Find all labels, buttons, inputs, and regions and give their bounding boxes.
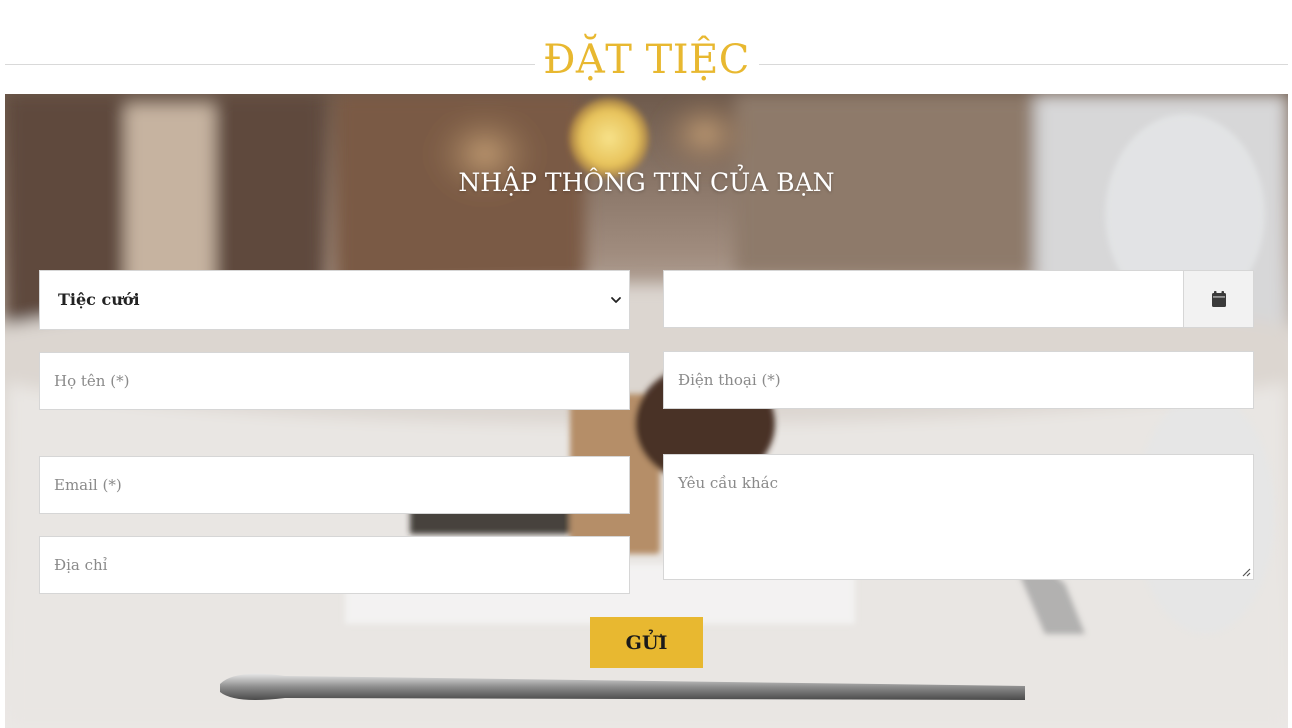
special-requests-placeholder: Yêu cầu khác xyxy=(678,474,779,492)
form-heading: NHẬP THÔNG TIN CỦA BẠN xyxy=(458,168,835,197)
party-type-select[interactable]: Tiệc cưới xyxy=(39,270,630,330)
event-date-input[interactable] xyxy=(663,270,1254,328)
section-header: ĐẶT TIỆC xyxy=(5,30,1288,94)
address-placeholder: Địa chỉ xyxy=(54,556,108,574)
email-placeholder: Email (*) xyxy=(54,476,122,494)
chevron-down-icon xyxy=(611,297,621,303)
party-type-selected-value: Tiệc cưới xyxy=(58,290,140,309)
booking-form-panel: NHẬP THÔNG TIN CỦA BẠN Tiệc cưới Họ tên … xyxy=(5,94,1288,728)
calendar-icon xyxy=(1212,291,1226,307)
page-title: ĐẶT TIỆC xyxy=(543,37,750,83)
phone-placeholder: Điện thoại (*) xyxy=(678,371,781,389)
email-field[interactable]: Email (*) xyxy=(39,456,630,514)
title-divider-right xyxy=(759,64,1288,65)
address-field[interactable]: Địa chỉ xyxy=(39,536,630,594)
date-picker-button[interactable] xyxy=(1183,271,1253,327)
submit-button[interactable]: GỬI xyxy=(590,617,703,668)
full-name-field[interactable]: Họ tên (*) xyxy=(39,352,630,410)
full-name-placeholder: Họ tên (*) xyxy=(54,372,130,390)
phone-field[interactable]: Điện thoại (*) xyxy=(663,351,1254,409)
resize-handle-icon[interactable] xyxy=(1241,567,1251,577)
special-requests-textarea[interactable]: Yêu cầu khác xyxy=(663,454,1254,580)
